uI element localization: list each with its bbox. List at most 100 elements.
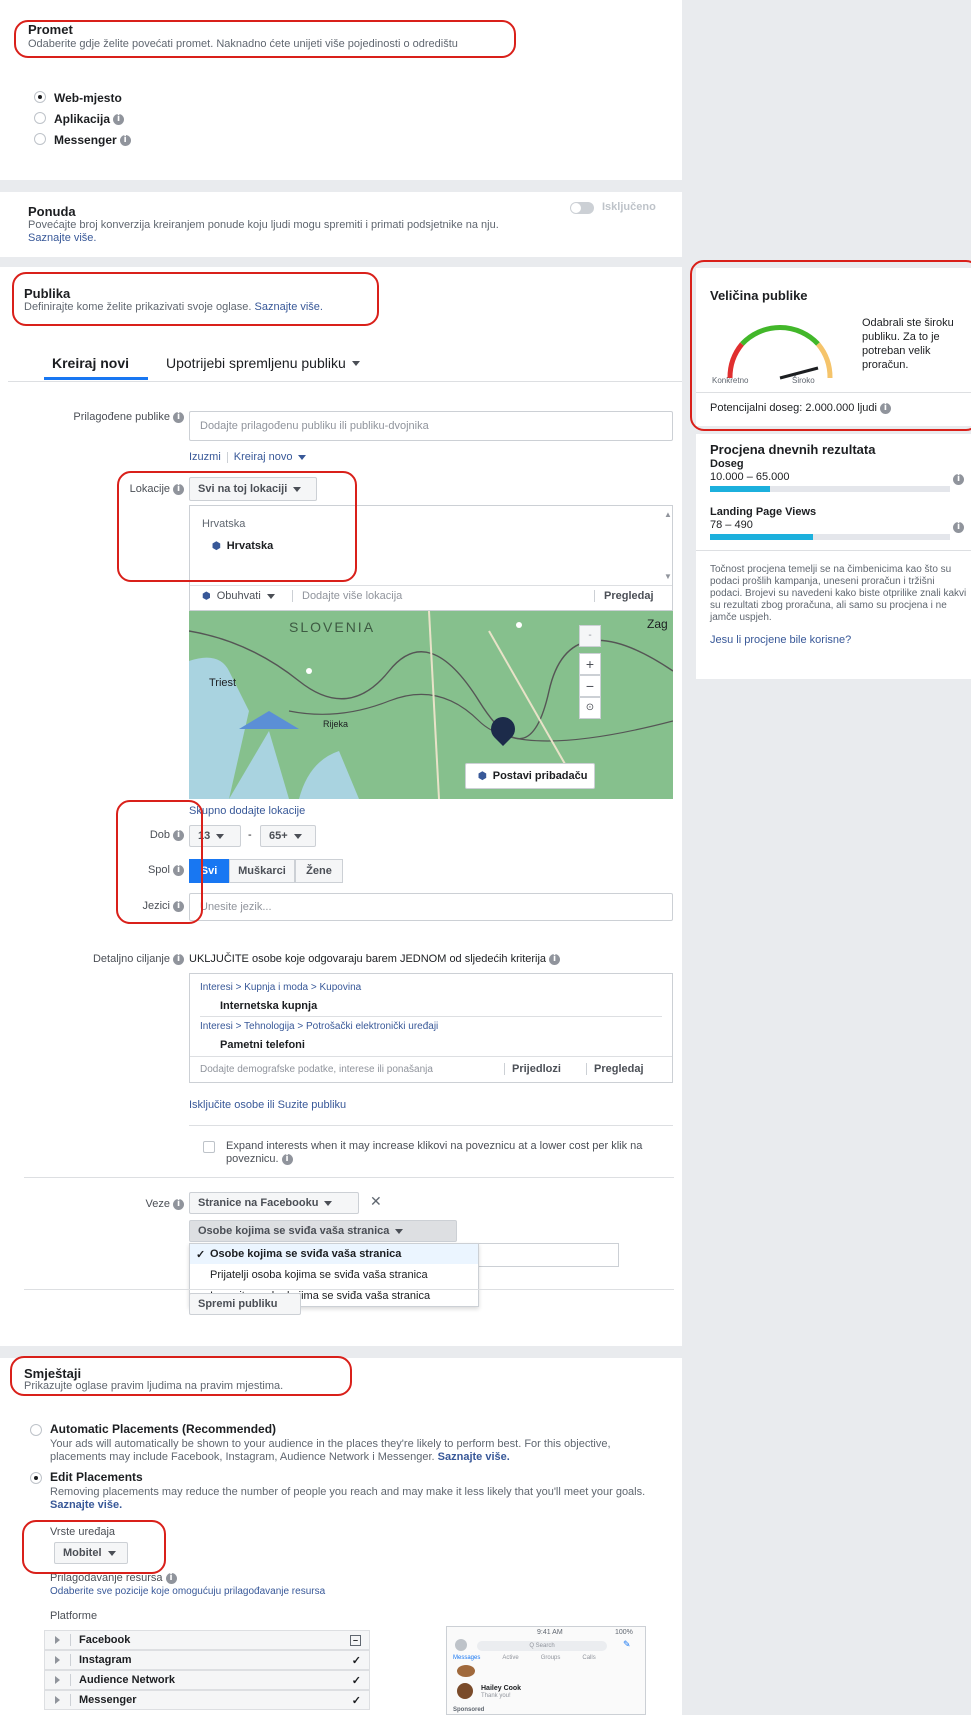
location-map[interactable]: SLOVENIA Triest Rijeka Zag - + − ⊙ ⬢ Post… — [189, 611, 673, 799]
ponuda-section: Ponuda Povećajte broj konverzija kreiran… — [12, 192, 682, 257]
avatar — [455, 1639, 467, 1651]
field-separator — [292, 590, 293, 602]
section-divider — [24, 1289, 674, 1290]
expand-interests-checkbox[interactable] — [203, 1141, 215, 1153]
check-icon[interactable]: ✓ — [352, 1674, 361, 1687]
recenter-icon[interactable]: ⊙ — [579, 697, 601, 719]
preview-tab: Messages — [453, 1655, 481, 1661]
zoom-in-icon[interactable]: + — [579, 653, 601, 675]
info-icon[interactable]: i — [113, 114, 125, 126]
preview-tab: Groups — [540, 1655, 561, 1661]
exclude-narrow-link[interactable]: Isključite osobe ili Suzite publiku — [189, 1099, 346, 1111]
platform-label: Audience Network — [79, 1674, 175, 1686]
info-icon[interactable]: i — [119, 135, 131, 147]
age-max-value: 65+ — [269, 830, 288, 842]
map-label-zagreb: Zag — [647, 617, 668, 631]
browse-button[interactable]: Pregledaj — [594, 1063, 644, 1075]
include-dropdown[interactable]: ⬢ Obuhvati — [202, 590, 275, 602]
connections-dropdown[interactable]: Stranice na Facebooku — [189, 1192, 359, 1214]
menu-item[interactable]: ✓ Osobe kojima se sviđa vaša stranica — [190, 1244, 478, 1264]
info-icon[interactable]: i — [165, 1572, 177, 1584]
estimates-title: Procjena dnevnih rezultata — [710, 442, 876, 457]
info-icon[interactable]: i — [953, 474, 964, 485]
auto-learn-more[interactable]: Saznajte više. — [438, 1451, 510, 1463]
radio-web[interactable] — [34, 91, 46, 103]
gender-men-button[interactable]: Muškarci — [229, 859, 295, 883]
interest-item[interactable]: Internetska kupnja — [220, 1000, 317, 1012]
info-icon[interactable]: i — [549, 953, 561, 965]
edit-placements-radio[interactable] — [30, 1472, 42, 1484]
check-icon[interactable]: ✓ — [352, 1694, 361, 1707]
section-divider — [24, 1177, 674, 1178]
tab-saved-audience[interactable]: Upotrijebi spremljenu publiku — [166, 355, 360, 371]
detailed-divider — [189, 1125, 673, 1126]
expand-icon — [55, 1656, 60, 1664]
asset-custom-link[interactable]: Odaberite sve pozicije koje omogućuju pr… — [50, 1586, 325, 1597]
chevron-down-icon — [351, 360, 360, 366]
scroll-up-icon[interactable]: ▲ — [664, 510, 672, 519]
info-icon[interactable]: i — [281, 1153, 293, 1165]
preview-sponsored: Sponsored — [453, 1707, 485, 1713]
pin-icon: ⬢ — [202, 590, 211, 602]
reach-value: 10.000 – 65.000 — [710, 471, 790, 483]
scroll-down-icon[interactable]: ▼ — [664, 572, 672, 581]
minus-checkbox-icon[interactable]: – — [350, 1634, 361, 1646]
info-icon[interactable]: i — [953, 522, 964, 533]
edit-placements-desc: Removing placements may reduce the numbe… — [50, 1486, 646, 1498]
platforms-label: Platforme — [50, 1610, 98, 1622]
lpv-value: 78 – 490 — [710, 519, 753, 531]
detailed-label-text: Detaljno ciljanje — [92, 953, 170, 965]
suggestions-button[interactable]: Prijedlozi — [512, 1063, 561, 1075]
language-input[interactable]: Unesite jezik... — [189, 893, 673, 921]
gender-women-button[interactable]: Žene — [295, 859, 343, 883]
expand-icon — [55, 1676, 60, 1684]
auto-placements-radio[interactable] — [30, 1424, 42, 1436]
custom-audience-input[interactable]: Dodajte prilagođenu publiku ili publiku-… — [189, 411, 673, 441]
check-icon: ✓ — [196, 1248, 206, 1261]
browse-button[interactable]: Pregledaj — [604, 590, 654, 602]
offer-toggle[interactable] — [570, 202, 594, 214]
edit-learn-more[interactable]: Saznajte više. — [50, 1499, 122, 1511]
connections-label: Veze i — [38, 1198, 184, 1210]
menu-item[interactable]: Prijatelji osoba kojima se sviđa vaša st… — [190, 1265, 478, 1285]
create-new-link[interactable]: Kreiraj novo — [234, 451, 293, 463]
radio-app[interactable] — [34, 112, 46, 124]
map-close-icon[interactable]: - — [579, 625, 601, 647]
tab-create-new[interactable]: Kreiraj novi — [52, 355, 129, 371]
check-icon[interactable]: ✓ — [352, 1654, 361, 1667]
bulk-add-locations-link[interactable]: Skupno dodajte lokacije — [189, 805, 305, 817]
radio-messenger[interactable] — [34, 133, 46, 145]
platform-row-facebook[interactable]: Facebook – — [44, 1630, 370, 1650]
ponuda-desc: Povećajte broj konverzija kreiranjem pon… — [28, 219, 499, 231]
reach-label: Doseg — [710, 458, 744, 470]
reach-bar-fill — [710, 486, 770, 492]
platform-row-audience-network[interactable]: Audience Network ✓ — [44, 1670, 370, 1690]
add-locations-input[interactable]: Dodajte više lokacija — [302, 590, 402, 602]
estimates-feedback-link[interactable]: Jesu li procjene bile korisne? — [710, 634, 851, 646]
drop-pin-label: Postavi pribadaču — [492, 770, 588, 782]
exclude-link[interactable]: Izuzmi — [189, 451, 221, 463]
drop-pin-button[interactable]: ⬢ Postavi pribadaču — [465, 763, 595, 789]
info-icon[interactable]: i — [173, 1198, 184, 1210]
platform-row-instagram[interactable]: Instagram ✓ — [44, 1650, 370, 1670]
interest-item[interactable]: Pametni telefoni — [220, 1039, 305, 1051]
interest-path: Interesi > Kupnja i moda > Kupovina — [200, 982, 362, 993]
auto-placements-title: Automatic Placements (Recommended) — [50, 1422, 277, 1436]
zoom-out-icon[interactable]: − — [579, 675, 601, 697]
info-icon[interactable]: i — [173, 953, 184, 965]
custom-audience-label-text: Prilagođene publike — [73, 411, 170, 423]
detailed-input[interactable]: Dodajte demografske podatke, interese il… — [200, 1064, 433, 1075]
platform-row-messenger[interactable]: Messenger ✓ — [44, 1690, 370, 1710]
toggle-label: Isključeno — [602, 201, 656, 213]
info-icon[interactable]: i — [173, 411, 184, 423]
age-max-dropdown[interactable]: 65+ — [260, 825, 316, 847]
preview-search: Q Search — [477, 1641, 607, 1651]
connections-sub-dropdown[interactable]: Osobe kojima se sviđa vaša stranica — [189, 1220, 457, 1242]
highlight-box — [117, 471, 357, 582]
ponuda-learn-more[interactable]: Saznajte više. — [28, 232, 96, 244]
close-icon[interactable]: ✕ — [370, 1193, 382, 1210]
field-separator — [594, 590, 595, 602]
chevron-down-icon — [298, 454, 307, 460]
save-audience-button[interactable]: Spremi publiku — [189, 1293, 301, 1315]
tab-active-indicator — [44, 377, 148, 380]
